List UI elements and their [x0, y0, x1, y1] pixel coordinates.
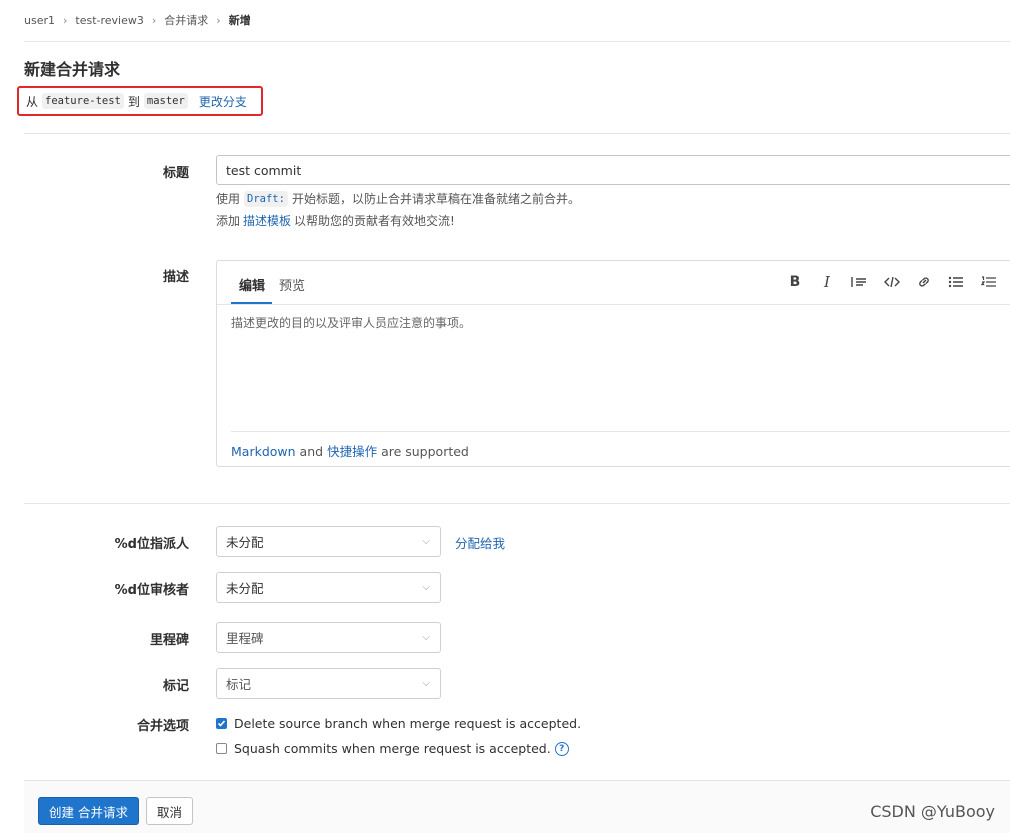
- draft-help-suffix: 开始标题，以防止合并请求草稿在准备就绪之前合并。: [291, 192, 580, 206]
- bullet-list-icon[interactable]: [946, 272, 966, 292]
- help-icon[interactable]: ?: [554, 741, 569, 756]
- labels-label: 标记: [162, 679, 189, 694]
- delete-branch-label[interactable]: Delete source branch when merge request …: [234, 716, 581, 731]
- reviewer-label: %d位审核者: [114, 583, 189, 598]
- code-icon[interactable]: [882, 272, 902, 292]
- active-tab-indicator: [231, 302, 272, 304]
- delete-branch-option: Delete source branch when merge request …: [216, 716, 581, 731]
- chevron-down-icon: ⌵: [422, 678, 430, 689]
- tab-edit[interactable]: 编辑: [239, 275, 265, 294]
- breadcrumb-current: 新增: [228, 14, 251, 27]
- footer-supported: are supported: [381, 444, 469, 459]
- template-help: 添加 描述模板 以帮助您的贡献者有效地交流!: [216, 212, 455, 229]
- link-icon[interactable]: [914, 272, 934, 292]
- breadcrumb-user[interactable]: user1: [24, 14, 55, 27]
- italic-icon[interactable]: I: [817, 272, 837, 292]
- template-help-suffix: 以帮助您的贡献者有效地交流!: [294, 214, 455, 228]
- delete-branch-checkbox[interactable]: [216, 718, 227, 729]
- template-help-prefix: 添加: [216, 214, 241, 228]
- description-templates-link[interactable]: 描述模板: [243, 212, 291, 229]
- branch-from-text: 从: [26, 94, 39, 109]
- markdown-link[interactable]: Markdown: [231, 444, 296, 459]
- chevron-down-icon: ⌵: [422, 582, 430, 593]
- chevron-right-icon: ›: [151, 13, 157, 27]
- draft-help: 使用 Draft: 开始标题，以防止合并请求草稿在准备就绪之前合并。: [216, 190, 580, 207]
- milestone-select[interactable]: 里程碑 ⌵: [216, 622, 441, 653]
- description-label: 描述: [162, 270, 189, 285]
- chevron-right-icon: ›: [216, 13, 221, 27]
- squash-option: Squash commits when merge request is acc…: [216, 741, 569, 756]
- section-divider: [24, 133, 1010, 134]
- title-input[interactable]: test commit: [216, 155, 1010, 185]
- description-editor: 编辑 预览 B I 描述更改的目的以及评审人员应注意的事项。 Markdown …: [216, 260, 1010, 467]
- breadcrumb-project[interactable]: test-review3: [75, 14, 143, 27]
- breadcrumb-merge-requests[interactable]: 合并请求: [164, 12, 208, 28]
- quote-icon[interactable]: [849, 272, 869, 292]
- page-title: 新建合并请求: [24, 60, 121, 79]
- draft-code: Draft:: [244, 190, 288, 207]
- description-textarea[interactable]: 描述更改的目的以及评审人员应注意的事项。: [231, 314, 471, 331]
- form-actions: 创建 合并请求 取消: [24, 780, 1010, 833]
- reviewer-select[interactable]: 未分配 ⌵: [216, 572, 441, 603]
- change-branches-link[interactable]: 更改分支: [199, 93, 247, 110]
- source-branch: feature-test: [42, 93, 124, 109]
- assignee-select[interactable]: 未分配 ⌵: [216, 526, 441, 557]
- cancel-button[interactable]: 取消: [146, 797, 193, 825]
- branch-to-text: 到: [127, 94, 140, 109]
- bold-icon[interactable]: B: [785, 272, 805, 292]
- chevron-right-icon: ›: [63, 13, 68, 27]
- labels-value: 标记: [226, 677, 252, 692]
- milestone-value: 里程碑: [226, 631, 264, 646]
- assignee-value: 未分配: [226, 535, 264, 550]
- quick-actions-link[interactable]: 快捷操作: [327, 444, 377, 459]
- watermark: CSDN @YuBooy: [870, 802, 995, 821]
- target-branch: master: [143, 93, 188, 109]
- title-label: 标题: [162, 166, 189, 181]
- create-merge-request-button[interactable]: 创建 合并请求: [38, 797, 139, 825]
- assignee-label: %d位指派人: [114, 537, 189, 552]
- breadcrumb: user1 › test-review3 › 合并请求 › 新增: [24, 12, 251, 28]
- labels-select[interactable]: 标记 ⌵: [216, 668, 441, 699]
- squash-checkbox[interactable]: [216, 743, 227, 754]
- tab-preview[interactable]: 预览: [279, 275, 305, 294]
- reviewer-value: 未分配: [226, 581, 264, 596]
- milestone-label: 里程碑: [149, 633, 189, 648]
- header-divider: [24, 41, 1010, 42]
- merge-options-label: 合并选项: [136, 719, 189, 734]
- squash-label[interactable]: Squash commits when merge request is acc…: [234, 741, 551, 756]
- editor-footer: Markdown and 快捷操作 are supported: [231, 431, 1010, 460]
- draft-help-prefix: 使用: [216, 192, 241, 206]
- chevron-down-icon: ⌵: [422, 536, 430, 547]
- assign-to-me-link[interactable]: 分配给我: [455, 533, 505, 552]
- chevron-down-icon: ⌵: [422, 632, 430, 643]
- footer-and: and: [299, 444, 324, 459]
- editor-tabs: 编辑 预览 B I: [217, 261, 1010, 305]
- numbered-list-icon[interactable]: [979, 272, 999, 292]
- section-divider: [24, 503, 1010, 504]
- branch-info: 从 feature-test 到 master 更改分支: [17, 86, 263, 116]
